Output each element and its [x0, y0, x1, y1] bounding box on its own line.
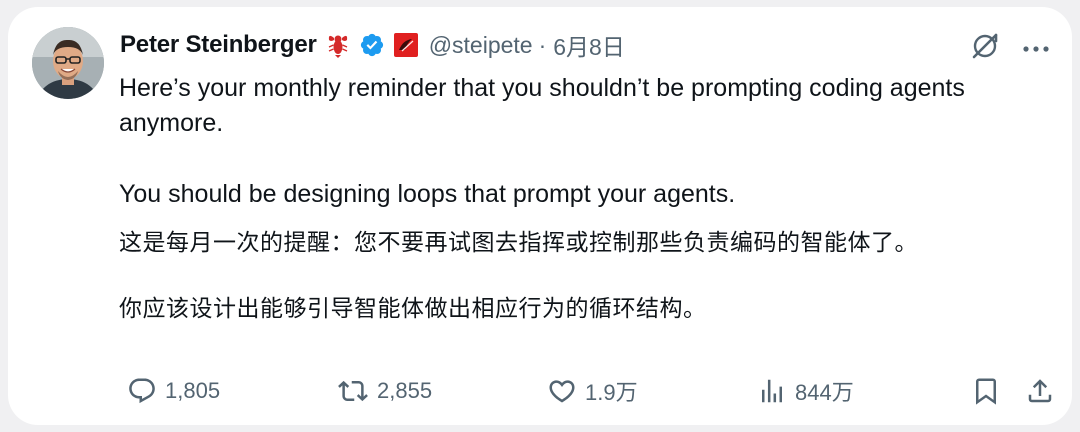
repost-count: 2,855 [377, 378, 433, 403]
share-icon [1028, 379, 1052, 403]
verified-badge-icon[interactable] [359, 32, 385, 58]
more-icon[interactable] [1022, 39, 1050, 58]
tweet-line-2: You should be designing loops that promp… [119, 180, 736, 208]
lobster-emoji-icon [325, 31, 351, 59]
top-actions [970, 31, 1050, 65]
tweet-line-1: Here’s your monthly reminder that you sh… [119, 74, 965, 137]
repost-icon [338, 380, 368, 402]
bookmark-icon [976, 378, 996, 405]
like-button[interactable]: 1.9万 [547, 373, 638, 409]
tweet-card[interactable]: Peter Steinberger @steipete · 6月8日 Here’… [8, 7, 1072, 425]
tweet-date[interactable]: 6月8日 [553, 28, 625, 62]
grok-icon[interactable] [970, 31, 1000, 65]
views-count: 844万 [795, 380, 854, 405]
repost-button[interactable]: 2,855 [337, 373, 432, 409]
author-name[interactable]: Peter Steinberger [120, 31, 317, 59]
translation-line-2: 你应该设计出能够引导智能体做出相应行为的循环结构。 [119, 296, 707, 322]
avatar[interactable] [32, 27, 104, 99]
bookmark-button[interactable] [971, 373, 1001, 409]
action-bar: 1,805 2,855 1.9万 844万 [119, 373, 1055, 409]
reply-icon [129, 378, 155, 404]
reply-button[interactable]: 1,805 [127, 373, 220, 409]
tweet-text: Here’s your monthly reminder that you sh… [119, 71, 1039, 328]
separator-dot: · [538, 31, 547, 58]
like-icon [549, 380, 575, 403]
like-count: 1.9万 [585, 380, 638, 405]
views-button[interactable]: 844万 [757, 373, 854, 409]
reply-count: 1,805 [165, 378, 221, 403]
translation-line-1: 这是每月一次的提醒：您不要再试图去指挥或控制那些负责编码的智能体了。 [119, 230, 918, 256]
views-icon [762, 379, 782, 403]
share-button[interactable] [1025, 373, 1055, 409]
tweet-header: Peter Steinberger @steipete · 6月8日 [120, 29, 625, 61]
affiliate-badge-icon[interactable] [393, 32, 419, 58]
author-handle[interactable]: @steipete [429, 32, 533, 59]
